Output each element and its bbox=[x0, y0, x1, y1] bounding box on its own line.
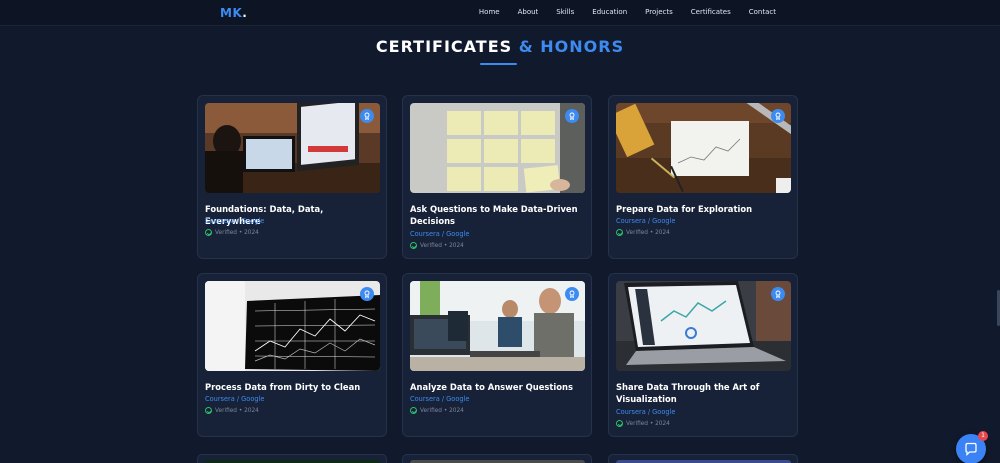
check-circle-icon bbox=[616, 229, 623, 236]
certificate-card[interactable]: Process Data from Dirty to Clean Courser… bbox=[197, 273, 387, 437]
certificate-provider[interactable]: Coursera / Google bbox=[205, 217, 264, 225]
certificate-card[interactable]: Foundations: Data, Data, Everywhere Cour… bbox=[197, 95, 387, 259]
nav-link-certificates[interactable]: Certificates bbox=[691, 8, 731, 16]
verified-label: Verified • 2024 bbox=[215, 407, 259, 414]
certificate-image bbox=[410, 281, 585, 371]
certificate-card-partial[interactable] bbox=[402, 454, 592, 463]
award-icon bbox=[565, 109, 579, 123]
verified-label: Verified • 2024 bbox=[215, 229, 259, 236]
certificate-card[interactable]: Share Data Through the Art of Visualizat… bbox=[608, 273, 798, 437]
award-icon bbox=[360, 287, 374, 301]
certificate-card[interactable]: Ask Questions to Make Data-Driven Decisi… bbox=[402, 95, 592, 259]
verified-label: Verified • 2024 bbox=[420, 407, 464, 414]
certificate-image bbox=[410, 103, 585, 193]
verified-status: Verified • 2024 bbox=[616, 229, 670, 236]
verified-status: Verified • 2024 bbox=[205, 229, 259, 236]
verified-status: Verified • 2024 bbox=[616, 420, 670, 427]
award-icon bbox=[771, 109, 785, 123]
certificate-image bbox=[616, 103, 791, 193]
certificate-title: Prepare Data for Exploration bbox=[616, 204, 753, 214]
certificate-image bbox=[205, 103, 380, 193]
nav-link-skills[interactable]: Skills bbox=[556, 8, 574, 16]
certificate-card-partial[interactable] bbox=[197, 454, 387, 463]
verified-label: Verified • 2024 bbox=[626, 420, 670, 427]
chat-notification-badge: 1 bbox=[978, 431, 988, 441]
nav-link-projects[interactable]: Projects bbox=[645, 8, 673, 16]
chat-bubble-icon bbox=[965, 442, 977, 456]
certificate-card[interactable]: Analyze Data to Answer Questions Courser… bbox=[402, 273, 592, 437]
award-icon bbox=[360, 109, 374, 123]
top-navbar: MK. Home About Skills Education Projects… bbox=[0, 0, 1000, 26]
verified-status: Verified • 2024 bbox=[205, 407, 259, 414]
verified-label: Verified • 2024 bbox=[626, 229, 670, 236]
certificate-image bbox=[205, 281, 380, 371]
verified-label: Verified • 2024 bbox=[420, 242, 464, 249]
certificate-title: Ask Questions to Make Data-Driven Decisi… bbox=[410, 204, 578, 226]
nav-link-home[interactable]: Home bbox=[479, 8, 500, 16]
certificate-provider[interactable]: Coursera / Google bbox=[410, 395, 469, 403]
verified-status: Verified • 2024 bbox=[410, 242, 464, 249]
section-title: CERTIFICATES & HONORS bbox=[375, 37, 625, 56]
certificate-provider[interactable]: Coursera / Google bbox=[616, 408, 675, 416]
certificate-title: Process Data from Dirty to Clean bbox=[205, 382, 361, 392]
title-underline bbox=[480, 63, 517, 65]
certificate-card[interactable]: Prepare Data for Exploration Coursera / … bbox=[608, 95, 798, 259]
certificate-provider[interactable]: Coursera / Google bbox=[205, 395, 264, 403]
award-icon bbox=[565, 287, 579, 301]
check-circle-icon bbox=[410, 407, 417, 414]
nav-link-contact[interactable]: Contact bbox=[749, 8, 776, 16]
check-circle-icon bbox=[205, 407, 212, 414]
certificate-title: Share Data Through the Art of Visualizat… bbox=[616, 382, 760, 404]
site-logo[interactable]: MK. bbox=[220, 6, 247, 20]
nav-link-about[interactable]: About bbox=[518, 8, 539, 16]
certificate-provider[interactable]: Coursera / Google bbox=[616, 217, 675, 225]
verified-status: Verified • 2024 bbox=[410, 407, 464, 414]
award-icon bbox=[771, 287, 785, 301]
check-circle-icon bbox=[410, 242, 417, 249]
check-circle-icon bbox=[205, 229, 212, 236]
nav-link-education[interactable]: Education bbox=[592, 8, 627, 16]
certificate-provider[interactable]: Coursera / Google bbox=[410, 230, 469, 238]
certificate-card-partial[interactable] bbox=[608, 454, 798, 463]
certificate-title: Analyze Data to Answer Questions bbox=[410, 382, 573, 392]
check-circle-icon bbox=[616, 420, 623, 427]
certificate-image bbox=[616, 281, 791, 371]
nav-links: Home About Skills Education Projects Cer… bbox=[479, 8, 776, 16]
